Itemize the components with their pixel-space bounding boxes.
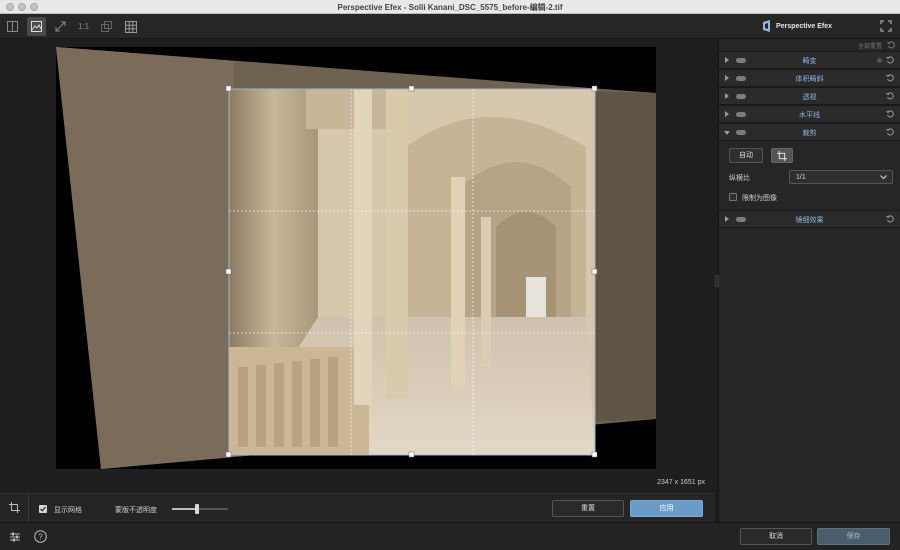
image-dimensions: 2347 x 1651 px: [657, 479, 705, 486]
svg-text:?: ?: [38, 532, 43, 541]
constrain-to-image-checkbox[interactable]: [729, 193, 737, 201]
brand-name: Perspective Efex: [776, 22, 833, 30]
right-panel: 全部重置 畸变 体积畸斜 透视 水平线 裁剪 自动 纵横比 1/1 限制为图像 …: [715, 39, 900, 522]
grid-icon[interactable]: [121, 17, 140, 36]
panel-collapse-handle[interactable]: [715, 275, 719, 287]
perspective-efex-logo-icon: [763, 20, 770, 32]
section-volume-skew[interactable]: 体积畸斜: [719, 69, 900, 87]
title-bar: Perspective Efex - Solli Kanani_DSC_5575…: [0, 0, 900, 14]
section-label: 裁剪: [802, 130, 817, 137]
aspect-ratio-value: 1/1: [796, 174, 806, 181]
constrain-to-image-label: 限制为图像: [742, 195, 777, 202]
section-perspective[interactable]: 透视: [719, 87, 900, 105]
reset-all-icon[interactable]: [887, 41, 895, 49]
fit-to-screen-icon[interactable]: [51, 17, 70, 36]
cancel-button[interactable]: 取消: [740, 528, 812, 545]
section-horizon[interactable]: 水平线: [719, 105, 900, 123]
save-button[interactable]: 保存: [817, 528, 890, 545]
before-after-icon[interactable]: [3, 17, 22, 36]
undo-icon[interactable]: [886, 215, 894, 223]
reset-button[interactable]: 重置: [552, 500, 624, 517]
image-canvas[interactable]: 2347 x 1651 px: [0, 39, 715, 493]
apply-button[interactable]: 应用: [630, 500, 703, 517]
reset-all-label[interactable]: 全部重置: [858, 44, 882, 50]
undo-icon[interactable]: [886, 74, 894, 82]
image-view-icon[interactable]: [27, 17, 46, 36]
crop-icon: [777, 151, 787, 161]
section-label: 体积畸斜: [795, 76, 824, 83]
undo-icon[interactable]: [886, 128, 894, 136]
undo-icon[interactable]: [886, 110, 894, 118]
show-grid-label: 显示网格: [54, 507, 82, 514]
slider-thumb[interactable]: [195, 504, 200, 514]
section-crop[interactable]: 裁剪: [719, 123, 900, 141]
indicator-dot: [877, 58, 882, 63]
slider-fill: [172, 508, 198, 510]
mask-opacity-slider[interactable]: [172, 504, 228, 514]
crop-tool-icon[interactable]: [9, 502, 20, 513]
auto-crop-button[interactable]: 自动: [729, 148, 763, 163]
section-label: 透视: [802, 94, 817, 101]
section-lens-effect[interactable]: 镜细效果: [719, 210, 900, 228]
compare-layers-icon[interactable]: [97, 17, 116, 36]
canvas-bottom-bar: 显示网格 蒙版不透明度 重置 应用: [0, 493, 715, 523]
section-label: 水平线: [799, 112, 820, 119]
mask-opacity-label: 蒙版不透明度: [115, 507, 157, 514]
settings-sliders-icon[interactable]: [9, 531, 21, 543]
chevron-down-icon: [880, 175, 887, 180]
section-label: 畸变: [802, 58, 817, 65]
divider: [28, 494, 29, 523]
panel-header: 全部重置: [719, 39, 900, 51]
show-grid-checkbox[interactable]: [39, 505, 47, 513]
undo-icon[interactable]: [886, 56, 894, 64]
checkmark-icon: [40, 506, 46, 512]
aspect-ratio-label: 纵横比: [729, 175, 750, 182]
help-icon[interactable]: ?: [34, 530, 47, 543]
footer-bar: ? 取消 保存: [0, 522, 900, 550]
section-distortion[interactable]: 畸变: [719, 51, 900, 69]
window-title: Perspective Efex - Solli Kanani_DSC_5575…: [337, 3, 563, 12]
brand-logo: Perspective Efex: [762, 20, 832, 32]
manual-crop-button[interactable]: [771, 148, 793, 163]
photo-preview[interactable]: [56, 47, 656, 469]
zoom-one-to-one-button[interactable]: 1:1: [74, 17, 93, 36]
fullscreen-icon[interactable]: [880, 20, 892, 32]
section-label: 镜细效果: [795, 217, 824, 224]
aspect-ratio-select[interactable]: 1/1: [789, 170, 893, 184]
crop-controls: 自动 纵横比 1/1 限制为图像: [719, 141, 900, 210]
toolbar: 1:1 Perspective Efex: [0, 14, 900, 39]
undo-icon[interactable]: [886, 92, 894, 100]
photo-backdrop: [56, 47, 656, 469]
